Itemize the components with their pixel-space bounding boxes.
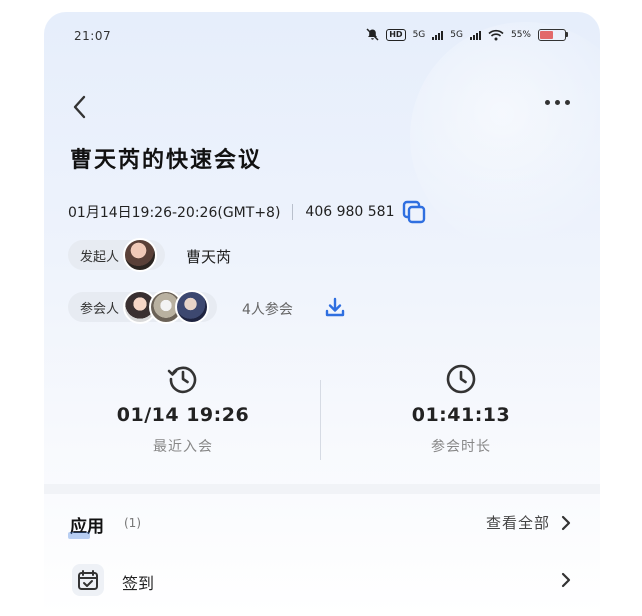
initiator-chip[interactable]: 发起人 bbox=[68, 238, 166, 272]
clock-icon bbox=[446, 364, 476, 394]
info-separator bbox=[292, 204, 294, 220]
signal-a-icon bbox=[432, 30, 444, 40]
copy-icon[interactable] bbox=[401, 200, 427, 224]
meeting-info-row: 01月14日19:26-20:26(GMT+8) 406 980 581 bbox=[68, 200, 427, 224]
apps-count: (1) bbox=[124, 516, 141, 530]
hd-badge: HD bbox=[386, 28, 406, 41]
stats-divider bbox=[320, 380, 321, 460]
status-bar: 21:07 HD 5G 5G 55% bbox=[44, 12, 600, 60]
last-join-value: 01/14 19:26 bbox=[116, 404, 250, 426]
signin-label: 签到 bbox=[122, 574, 155, 593]
participants-label: 参会人 bbox=[80, 301, 120, 317]
initiator-name: 曹天芮 bbox=[186, 248, 232, 266]
signin-app-row[interactable]: 签到 bbox=[44, 560, 600, 604]
signal-a-label: 5G bbox=[412, 29, 426, 40]
meeting-time-range: 01月14日19:26-20:26(GMT+8) bbox=[68, 205, 281, 221]
apps-title: 应用 bbox=[68, 512, 104, 539]
initiator-label: 发起人 bbox=[80, 249, 120, 265]
participants-count: 4人参会 bbox=[242, 302, 293, 318]
history-clock-icon bbox=[167, 366, 197, 394]
duration-label: 参会时长 bbox=[431, 439, 491, 455]
download-icon[interactable] bbox=[324, 296, 346, 318]
battery-percent: 55% bbox=[510, 29, 531, 40]
meeting-id: 406 980 581 bbox=[305, 204, 395, 220]
stats-section: 01/14 19:26 最近入会 01:41:13 参会时长 bbox=[44, 362, 600, 472]
duration-value: 01:41:13 bbox=[411, 404, 511, 426]
chevron-right-icon bbox=[561, 572, 571, 588]
signal-b-icon bbox=[469, 30, 481, 40]
meeting-detail-screen: 21:07 HD 5G 5G 55% 曹天芮的快速会议 01月14日19:26-… bbox=[44, 12, 600, 616]
participants-chip[interactable]: 参会人 bbox=[68, 290, 218, 324]
participant-avatar bbox=[175, 290, 210, 324]
initiator-avatar bbox=[123, 238, 158, 272]
chevron-right-icon bbox=[561, 515, 571, 530]
more-icon[interactable] bbox=[545, 100, 570, 105]
apps-header: 应用 (1) 查看全部 bbox=[44, 508, 600, 544]
view-all-button[interactable]: 查看全部 bbox=[486, 512, 574, 533]
calendar-check-icon bbox=[72, 564, 104, 596]
duration-stat: 01:41:13 参会时长 bbox=[322, 362, 600, 456]
status-icons: HD 5G 5G 55% bbox=[366, 28, 568, 41]
battery-icon bbox=[538, 28, 568, 41]
status-time: 21:07 bbox=[74, 29, 112, 43]
mute-bell-icon bbox=[366, 28, 379, 41]
last-join-label: 最近入会 bbox=[153, 439, 213, 455]
wifi-icon bbox=[488, 29, 504, 40]
view-all-label: 查看全部 bbox=[485, 514, 550, 532]
meeting-title: 曹天芮的快速会议 bbox=[70, 148, 263, 173]
last-join-stat: 01/14 19:26 最近入会 bbox=[44, 362, 322, 456]
section-divider bbox=[44, 484, 600, 494]
back-arrow-icon[interactable] bbox=[68, 94, 92, 120]
signal-b-label: 5G bbox=[450, 29, 463, 40]
